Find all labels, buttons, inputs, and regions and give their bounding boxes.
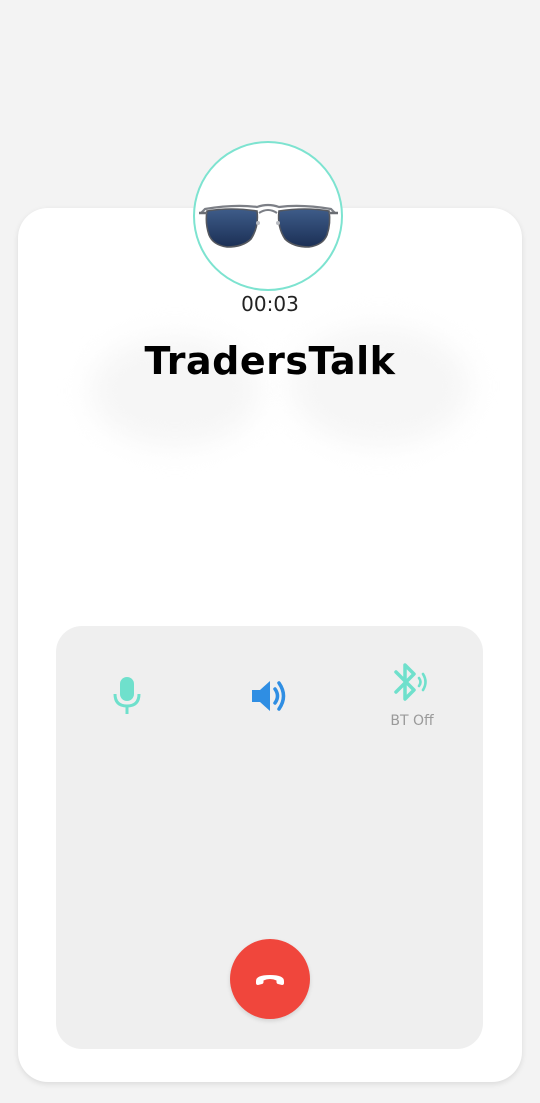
bluetooth-status-label: BT Off bbox=[390, 713, 434, 729]
speaker-volume-icon bbox=[252, 681, 286, 711]
microphone-icon bbox=[113, 677, 141, 714]
sunglasses-image bbox=[199, 203, 338, 248]
call-screen: 00:03 TradersTalk BT Off bbox=[0, 0, 540, 1103]
contact-avatar bbox=[193, 141, 343, 291]
bluetooth-button[interactable] bbox=[392, 662, 430, 702]
call-timer: 00:03 bbox=[241, 292, 299, 316]
contact-name: TradersTalk bbox=[144, 339, 396, 383]
speaker-button[interactable] bbox=[250, 678, 290, 714]
end-call-button[interactable] bbox=[230, 939, 310, 1019]
bluetooth-audio-icon bbox=[394, 663, 427, 701]
phone-hangup-icon bbox=[256, 975, 284, 985]
mute-button[interactable] bbox=[111, 676, 143, 716]
